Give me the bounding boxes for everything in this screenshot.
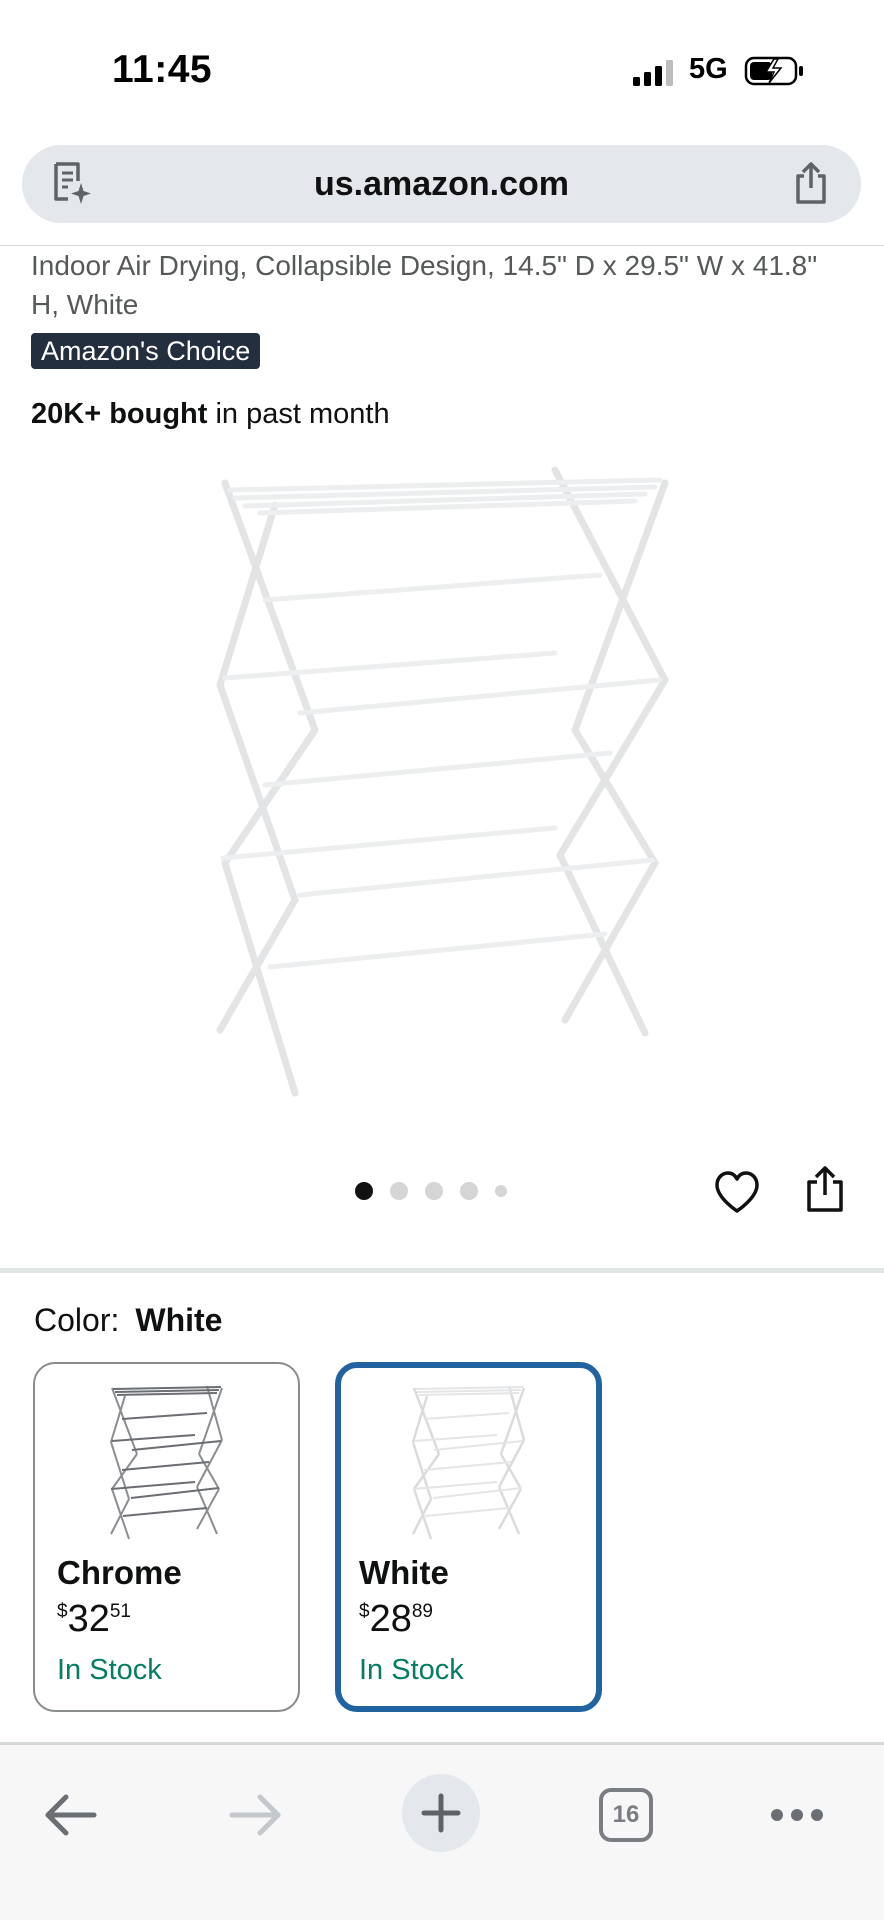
color-label: Color: [34,1302,120,1338]
color-option-chrome[interactable]: Chrome $3251 In Stock [33,1362,300,1712]
tabs-button[interactable]: 16 [599,1788,653,1842]
color-option-white[interactable]: White $2889 In Stock [335,1362,602,1712]
plus-icon [421,1793,461,1833]
url-text[interactable]: us.amazon.com [22,145,861,223]
signal-icon [633,60,673,86]
stock-status: In Stock [57,1654,162,1686]
address-bar[interactable]: us.amazon.com [22,145,861,223]
back-icon[interactable] [42,1792,98,1838]
bought-count-suffix: in past month [207,398,390,430]
network-label: 5G [689,53,728,85]
price-fraction: 89 [411,1601,433,1622]
product-image[interactable] [205,460,680,1100]
option-name: Chrome [57,1554,182,1591]
heart-icon[interactable] [713,1169,761,1215]
option-name: White [359,1554,449,1591]
section-divider [0,1268,884,1273]
carousel-dot-3[interactable] [425,1182,443,1200]
selected-color: White [135,1302,223,1338]
tab-count: 16 [612,1801,640,1828]
chrome-rack-thumbnail [109,1385,223,1540]
status-bar: 11:45 5G [0,0,884,140]
share-icon[interactable] [791,161,831,205]
carousel-dot-1[interactable] [355,1182,373,1200]
currency-symbol: $ [359,1601,370,1622]
color-selector-label: Color: White [34,1302,222,1339]
price-fraction: 51 [109,1601,131,1622]
bought-count-value: 20K+ bought [31,398,208,430]
forward-icon[interactable] [228,1792,284,1838]
battery-icon [744,56,803,86]
carousel-dot-5[interactable] [495,1185,507,1197]
image-carousel-dots[interactable] [355,1180,507,1202]
product-title[interactable]: Indoor Air Drying, Collapsible Design, 1… [31,246,851,324]
carousel-dot-4[interactable] [460,1182,478,1200]
stock-status: In Stock [359,1654,464,1686]
currency-symbol: $ [57,1601,68,1622]
share-icon[interactable] [804,1165,846,1213]
white-rack-thumbnail [411,1385,525,1540]
browser-toolbar: 16 [0,1745,884,1920]
status-time: 11:45 [112,48,213,91]
price-whole: 28 [369,1598,412,1640]
new-tab-button[interactable] [402,1774,480,1852]
carousel-dot-2[interactable] [390,1182,408,1200]
option-price: $2889 [359,1598,433,1641]
more-icon[interactable] [770,1805,824,1825]
price-whole: 32 [67,1598,110,1640]
option-price: $3251 [57,1598,131,1641]
amazons-choice-badge: Amazon's Choice [31,333,261,369]
bought-count: 20K+ bought in past month [31,398,390,431]
